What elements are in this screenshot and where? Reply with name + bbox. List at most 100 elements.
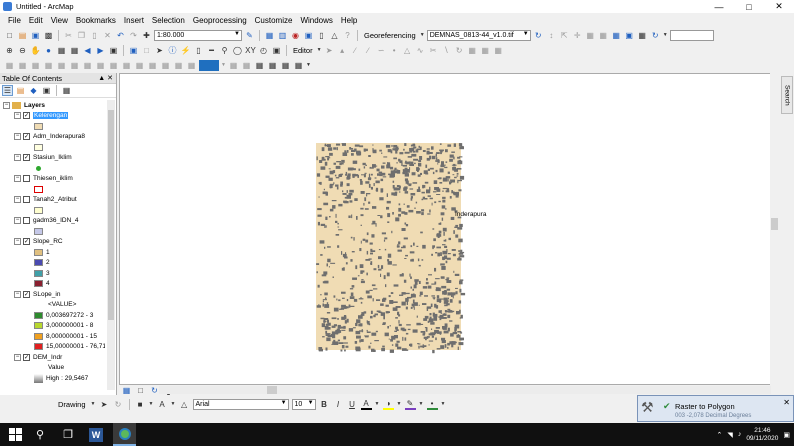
arctoolbox-icon[interactable]: ▣ [303, 30, 314, 41]
view-link-table-icon[interactable]: ▦ [585, 30, 596, 41]
maximize-button[interactable]: □ [734, 0, 764, 13]
collapse-icon[interactable]: − [14, 175, 21, 182]
menu-file[interactable]: File [4, 16, 25, 25]
toc-layer-4[interactable]: − Tanah2_Atribut [14, 195, 77, 205]
task-view-icon[interactable]: ❐ [57, 423, 79, 446]
measure-icon[interactable]: ━ [206, 45, 217, 56]
menu-edit[interactable]: Edit [25, 16, 47, 25]
layout-fixed-out-icon[interactable]: ▦ [82, 60, 93, 71]
pan-icon[interactable]: ✋ [30, 45, 41, 56]
reshape-icon[interactable]: ∿ [415, 45, 426, 56]
collapse-icon[interactable]: − [14, 217, 21, 224]
end-point-arc-icon[interactable]: ∕ [363, 45, 374, 56]
layout-change-icon[interactable]: ▦ [160, 60, 171, 71]
flicker-icon[interactable]: ▦ [267, 60, 278, 71]
color-combo[interactable] [199, 59, 219, 71]
layout-back-icon[interactable]: ▦ [95, 60, 106, 71]
cut-polygon-icon[interactable]: ✂ [428, 45, 439, 56]
map-vscroll-thumb[interactable] [771, 218, 778, 230]
toc-layer-3[interactable]: − Thiesen_iklim [14, 174, 73, 184]
editor-toolbar-icon[interactable]: ✎ [244, 30, 255, 41]
layer-visibility-checkbox[interactable]: ✓ [23, 133, 30, 140]
map-hscroll-thumb[interactable] [267, 386, 277, 394]
layout-pan-icon[interactable]: ▦ [30, 60, 41, 71]
chevron-down-icon[interactable]: ▼ [221, 60, 226, 71]
layout-data-driven-icon[interactable]: ▦ [173, 60, 184, 71]
toc-layer-2[interactable]: − ✓ Stasiun_Iklim [14, 153, 72, 163]
menu-help[interactable]: Help [337, 16, 361, 25]
menu-bookmarks[interactable]: Bookmarks [72, 16, 120, 25]
hyperlink-icon[interactable]: ⚡ [180, 45, 191, 56]
go-to-xy-icon[interactable]: XY [245, 45, 256, 56]
toc-layer-7[interactable]: − ✓ SLope_in [14, 289, 60, 299]
bookmark-icon[interactable]: ▣ [108, 45, 119, 56]
layout-full-icon[interactable]: ▦ [43, 60, 54, 71]
identify-icon[interactable]: ⓘ [167, 45, 178, 56]
arcmap-taskbar-icon[interactable] [113, 423, 136, 446]
font-combo[interactable]: Arial ▼ [192, 398, 289, 410]
font-color-icon[interactable]: A [360, 399, 372, 410]
toc-scrollbar[interactable] [107, 100, 115, 390]
underline-button[interactable]: U [347, 399, 358, 410]
forward-arrow-icon[interactable]: ▶ [95, 45, 106, 56]
find-icon[interactable]: ⚲ [219, 45, 230, 56]
pin-icon[interactable]: ▲ ✕ [98, 74, 113, 82]
zoom-in-icon[interactable]: ⊕ [4, 45, 15, 56]
layout-zoom-out-icon[interactable]: ▦ [17, 60, 28, 71]
toc-root-layers[interactable]: − Layers [3, 100, 45, 110]
toc-layer-5[interactable]: − gadm36_IDN_4 [14, 216, 79, 226]
italic-button[interactable]: I [333, 399, 344, 410]
list-by-visibility-icon[interactable]: ◆ [28, 85, 39, 96]
clear-selection-icon[interactable]: □ [141, 45, 152, 56]
chevron-down-icon[interactable]: ▼ [375, 399, 380, 410]
close-icon[interactable]: ✕ [783, 398, 790, 407]
chevron-down-icon[interactable]: ▼ [663, 30, 668, 41]
notification-center-icon[interactable]: ▣ [783, 431, 790, 439]
shift-icon[interactable]: ↕ [546, 30, 557, 41]
menu-windows[interactable]: Windows [296, 16, 336, 25]
drawing-menu[interactable]: Drawing [56, 400, 88, 409]
volume-icon[interactable]: ♪ [738, 431, 742, 438]
fill-color-icon[interactable]: ◑ [382, 399, 394, 410]
menu-selection[interactable]: Selection [148, 16, 189, 25]
layer-visibility-checkbox[interactable]: ✓ [23, 353, 30, 361]
chevron-down-icon[interactable]: ▼ [306, 60, 311, 71]
identify-results-icon[interactable]: ▣ [624, 30, 635, 41]
layer-visibility-checkbox[interactable] [23, 217, 30, 224]
clock[interactable]: 21:46 09/11/2020 [746, 427, 778, 443]
collapse-icon[interactable]: − [14, 290, 21, 298]
layer-visibility-checkbox[interactable]: ✓ [23, 290, 30, 298]
model-builder-icon[interactable]: △ [329, 30, 340, 41]
new-text-icon[interactable]: A [157, 399, 168, 410]
layout-options-icon[interactable]: ▦ [186, 60, 197, 71]
layout-zoom-percent-icon[interactable]: ▦ [121, 60, 132, 71]
collapse-icon[interactable]: − [14, 238, 21, 245]
map-vertical-scrollbar[interactable] [770, 73, 779, 385]
create-viewer-icon[interactable]: ▣ [271, 45, 282, 56]
list-by-drawing-order-icon[interactable]: ☰ [2, 85, 13, 96]
collapse-icon[interactable]: − [14, 196, 21, 203]
layer-visibility-checkbox[interactable] [23, 175, 30, 182]
python-icon[interactable]: ▯ [316, 30, 327, 41]
chevron-down-icon[interactable]: ▼ [171, 399, 176, 410]
collapse-icon[interactable]: − [14, 353, 21, 361]
word-app-icon[interactable]: W [85, 423, 107, 446]
close-button[interactable]: ✕ [764, 0, 794, 13]
layout-zoom-in-icon[interactable]: ▦ [4, 60, 15, 71]
menu-insert[interactable]: Insert [120, 16, 148, 25]
back-arrow-icon[interactable]: ◀ [82, 45, 93, 56]
layer-visibility-checkbox[interactable]: ✓ [23, 154, 30, 161]
fixed-zoom-in-icon[interactable]: ▦ [56, 45, 67, 56]
new-document-icon[interactable]: □ [4, 30, 15, 41]
toc-options-icon[interactable]: ▦ [61, 85, 72, 96]
collapse-icon[interactable]: − [14, 133, 21, 140]
layer-visibility-checkbox[interactable] [23, 196, 30, 203]
collapse-icon[interactable]: − [14, 154, 21, 161]
redo-icon[interactable]: ↷ [128, 30, 139, 41]
edit-annotation-icon[interactable]: ▴ [337, 45, 348, 56]
select-elements-icon[interactable]: ➤ [154, 45, 165, 56]
map-horizontal-scrollbar[interactable] [159, 386, 771, 394]
image-analysis-icon[interactable]: ▦ [254, 60, 265, 71]
rotate-tool-icon[interactable]: ↻ [454, 45, 465, 56]
map-canvas[interactable]: Inderapura [120, 74, 780, 386]
